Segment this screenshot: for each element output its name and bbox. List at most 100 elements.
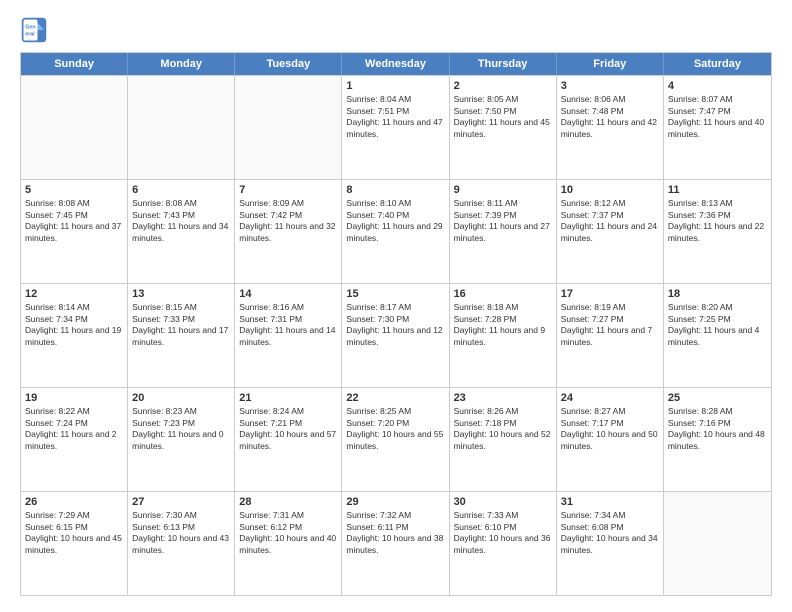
calendar-cell: 16Sunrise: 8:18 AM Sunset: 7:28 PM Dayli… xyxy=(450,284,557,387)
day-number: 24 xyxy=(561,391,659,405)
calendar-cell: 11Sunrise: 8:13 AM Sunset: 7:36 PM Dayli… xyxy=(664,180,771,283)
cell-detail: Sunrise: 8:24 AM Sunset: 7:21 PM Dayligh… xyxy=(239,406,337,452)
calendar-cell: 18Sunrise: 8:20 AM Sunset: 7:25 PM Dayli… xyxy=(664,284,771,387)
day-number: 14 xyxy=(239,287,337,301)
cell-detail: Sunrise: 8:15 AM Sunset: 7:33 PM Dayligh… xyxy=(132,302,230,348)
header-day-saturday: Saturday xyxy=(664,53,771,75)
calendar-cell: 30Sunrise: 7:33 AM Sunset: 6:10 PM Dayli… xyxy=(450,492,557,595)
cell-detail: Sunrise: 7:31 AM Sunset: 6:12 PM Dayligh… xyxy=(239,510,337,556)
cell-detail: Sunrise: 8:08 AM Sunset: 7:45 PM Dayligh… xyxy=(25,198,123,244)
calendar-cell xyxy=(21,76,128,179)
day-number: 26 xyxy=(25,495,123,509)
calendar-cell: 23Sunrise: 8:26 AM Sunset: 7:18 PM Dayli… xyxy=(450,388,557,491)
calendar-cell: 28Sunrise: 7:31 AM Sunset: 6:12 PM Dayli… xyxy=(235,492,342,595)
calendar-cell: 20Sunrise: 8:23 AM Sunset: 7:23 PM Dayli… xyxy=(128,388,235,491)
day-number: 11 xyxy=(668,183,767,197)
cell-detail: Sunrise: 7:33 AM Sunset: 6:10 PM Dayligh… xyxy=(454,510,552,556)
cell-detail: Sunrise: 8:09 AM Sunset: 7:42 PM Dayligh… xyxy=(239,198,337,244)
calendar-cell: 10Sunrise: 8:12 AM Sunset: 7:37 PM Dayli… xyxy=(557,180,664,283)
cell-detail: Sunrise: 8:25 AM Sunset: 7:20 PM Dayligh… xyxy=(346,406,444,452)
day-number: 7 xyxy=(239,183,337,197)
calendar-cell: 22Sunrise: 8:25 AM Sunset: 7:20 PM Dayli… xyxy=(342,388,449,491)
day-number: 29 xyxy=(346,495,444,509)
calendar-cell: 4Sunrise: 8:07 AM Sunset: 7:47 PM Daylig… xyxy=(664,76,771,179)
calendar-row-4: 19Sunrise: 8:22 AM Sunset: 7:24 PM Dayli… xyxy=(21,387,771,491)
calendar-cell xyxy=(128,76,235,179)
calendar-cell: 13Sunrise: 8:15 AM Sunset: 7:33 PM Dayli… xyxy=(128,284,235,387)
header-day-sunday: Sunday xyxy=(21,53,128,75)
cell-detail: Sunrise: 8:08 AM Sunset: 7:43 PM Dayligh… xyxy=(132,198,230,244)
calendar-cell: 26Sunrise: 7:29 AM Sunset: 6:15 PM Dayli… xyxy=(21,492,128,595)
cell-detail: Sunrise: 8:23 AM Sunset: 7:23 PM Dayligh… xyxy=(132,406,230,452)
cell-detail: Sunrise: 8:10 AM Sunset: 7:40 PM Dayligh… xyxy=(346,198,444,244)
calendar-cell: 31Sunrise: 7:34 AM Sunset: 6:08 PM Dayli… xyxy=(557,492,664,595)
day-number: 8 xyxy=(346,183,444,197)
calendar-cell: 19Sunrise: 8:22 AM Sunset: 7:24 PM Dayli… xyxy=(21,388,128,491)
logo-icon: Gen eral xyxy=(20,16,48,44)
calendar-row-5: 26Sunrise: 7:29 AM Sunset: 6:15 PM Dayli… xyxy=(21,491,771,595)
cell-detail: Sunrise: 7:34 AM Sunset: 6:08 PM Dayligh… xyxy=(561,510,659,556)
calendar-cell: 24Sunrise: 8:27 AM Sunset: 7:17 PM Dayli… xyxy=(557,388,664,491)
cell-detail: Sunrise: 7:30 AM Sunset: 6:13 PM Dayligh… xyxy=(132,510,230,556)
calendar-cell: 14Sunrise: 8:16 AM Sunset: 7:31 PM Dayli… xyxy=(235,284,342,387)
calendar-header: SundayMondayTuesdayWednesdayThursdayFrid… xyxy=(21,53,771,75)
calendar-cell: 2Sunrise: 8:05 AM Sunset: 7:50 PM Daylig… xyxy=(450,76,557,179)
cell-detail: Sunrise: 8:14 AM Sunset: 7:34 PM Dayligh… xyxy=(25,302,123,348)
day-number: 20 xyxy=(132,391,230,405)
day-number: 17 xyxy=(561,287,659,301)
day-number: 9 xyxy=(454,183,552,197)
day-number: 28 xyxy=(239,495,337,509)
day-number: 10 xyxy=(561,183,659,197)
header-day-wednesday: Wednesday xyxy=(342,53,449,75)
cell-detail: Sunrise: 7:32 AM Sunset: 6:11 PM Dayligh… xyxy=(346,510,444,556)
day-number: 3 xyxy=(561,79,659,93)
day-number: 18 xyxy=(668,287,767,301)
calendar-cell: 9Sunrise: 8:11 AM Sunset: 7:39 PM Daylig… xyxy=(450,180,557,283)
cell-detail: Sunrise: 8:07 AM Sunset: 7:47 PM Dayligh… xyxy=(668,94,767,140)
calendar-cell: 7Sunrise: 8:09 AM Sunset: 7:42 PM Daylig… xyxy=(235,180,342,283)
cell-detail: Sunrise: 8:16 AM Sunset: 7:31 PM Dayligh… xyxy=(239,302,337,348)
calendar-cell: 21Sunrise: 8:24 AM Sunset: 7:21 PM Dayli… xyxy=(235,388,342,491)
cell-detail: Sunrise: 8:11 AM Sunset: 7:39 PM Dayligh… xyxy=(454,198,552,244)
calendar-cell: 27Sunrise: 7:30 AM Sunset: 6:13 PM Dayli… xyxy=(128,492,235,595)
day-number: 12 xyxy=(25,287,123,301)
calendar-cell: 1Sunrise: 8:04 AM Sunset: 7:51 PM Daylig… xyxy=(342,76,449,179)
page: Gen eral SundayMondayTuesdayWednesdayThu… xyxy=(0,0,792,612)
header-area: Gen eral xyxy=(20,16,772,44)
day-number: 27 xyxy=(132,495,230,509)
calendar-cell: 25Sunrise: 8:28 AM Sunset: 7:16 PM Dayli… xyxy=(664,388,771,491)
cell-detail: Sunrise: 8:12 AM Sunset: 7:37 PM Dayligh… xyxy=(561,198,659,244)
svg-text:eral: eral xyxy=(25,31,35,37)
cell-detail: Sunrise: 7:29 AM Sunset: 6:15 PM Dayligh… xyxy=(25,510,123,556)
day-number: 5 xyxy=(25,183,123,197)
day-number: 30 xyxy=(454,495,552,509)
cell-detail: Sunrise: 8:06 AM Sunset: 7:48 PM Dayligh… xyxy=(561,94,659,140)
cell-detail: Sunrise: 8:26 AM Sunset: 7:18 PM Dayligh… xyxy=(454,406,552,452)
calendar-body: 1Sunrise: 8:04 AM Sunset: 7:51 PM Daylig… xyxy=(21,75,771,595)
cell-detail: Sunrise: 8:22 AM Sunset: 7:24 PM Dayligh… xyxy=(25,406,123,452)
cell-detail: Sunrise: 8:13 AM Sunset: 7:36 PM Dayligh… xyxy=(668,198,767,244)
day-number: 15 xyxy=(346,287,444,301)
calendar-cell: 3Sunrise: 8:06 AM Sunset: 7:48 PM Daylig… xyxy=(557,76,664,179)
calendar-cell: 12Sunrise: 8:14 AM Sunset: 7:34 PM Dayli… xyxy=(21,284,128,387)
calendar-cell: 8Sunrise: 8:10 AM Sunset: 7:40 PM Daylig… xyxy=(342,180,449,283)
day-number: 22 xyxy=(346,391,444,405)
calendar-row-2: 5Sunrise: 8:08 AM Sunset: 7:45 PM Daylig… xyxy=(21,179,771,283)
cell-detail: Sunrise: 8:20 AM Sunset: 7:25 PM Dayligh… xyxy=(668,302,767,348)
cell-detail: Sunrise: 8:05 AM Sunset: 7:50 PM Dayligh… xyxy=(454,94,552,140)
cell-detail: Sunrise: 8:18 AM Sunset: 7:28 PM Dayligh… xyxy=(454,302,552,348)
day-number: 31 xyxy=(561,495,659,509)
day-number: 16 xyxy=(454,287,552,301)
day-number: 23 xyxy=(454,391,552,405)
calendar-cell: 15Sunrise: 8:17 AM Sunset: 7:30 PM Dayli… xyxy=(342,284,449,387)
calendar-row-1: 1Sunrise: 8:04 AM Sunset: 7:51 PM Daylig… xyxy=(21,75,771,179)
calendar-cell: 6Sunrise: 8:08 AM Sunset: 7:43 PM Daylig… xyxy=(128,180,235,283)
header-day-monday: Monday xyxy=(128,53,235,75)
header-day-tuesday: Tuesday xyxy=(235,53,342,75)
calendar-cell xyxy=(235,76,342,179)
calendar-row-3: 12Sunrise: 8:14 AM Sunset: 7:34 PM Dayli… xyxy=(21,283,771,387)
day-number: 19 xyxy=(25,391,123,405)
cell-detail: Sunrise: 8:27 AM Sunset: 7:17 PM Dayligh… xyxy=(561,406,659,452)
logo: Gen eral xyxy=(20,16,52,44)
day-number: 21 xyxy=(239,391,337,405)
